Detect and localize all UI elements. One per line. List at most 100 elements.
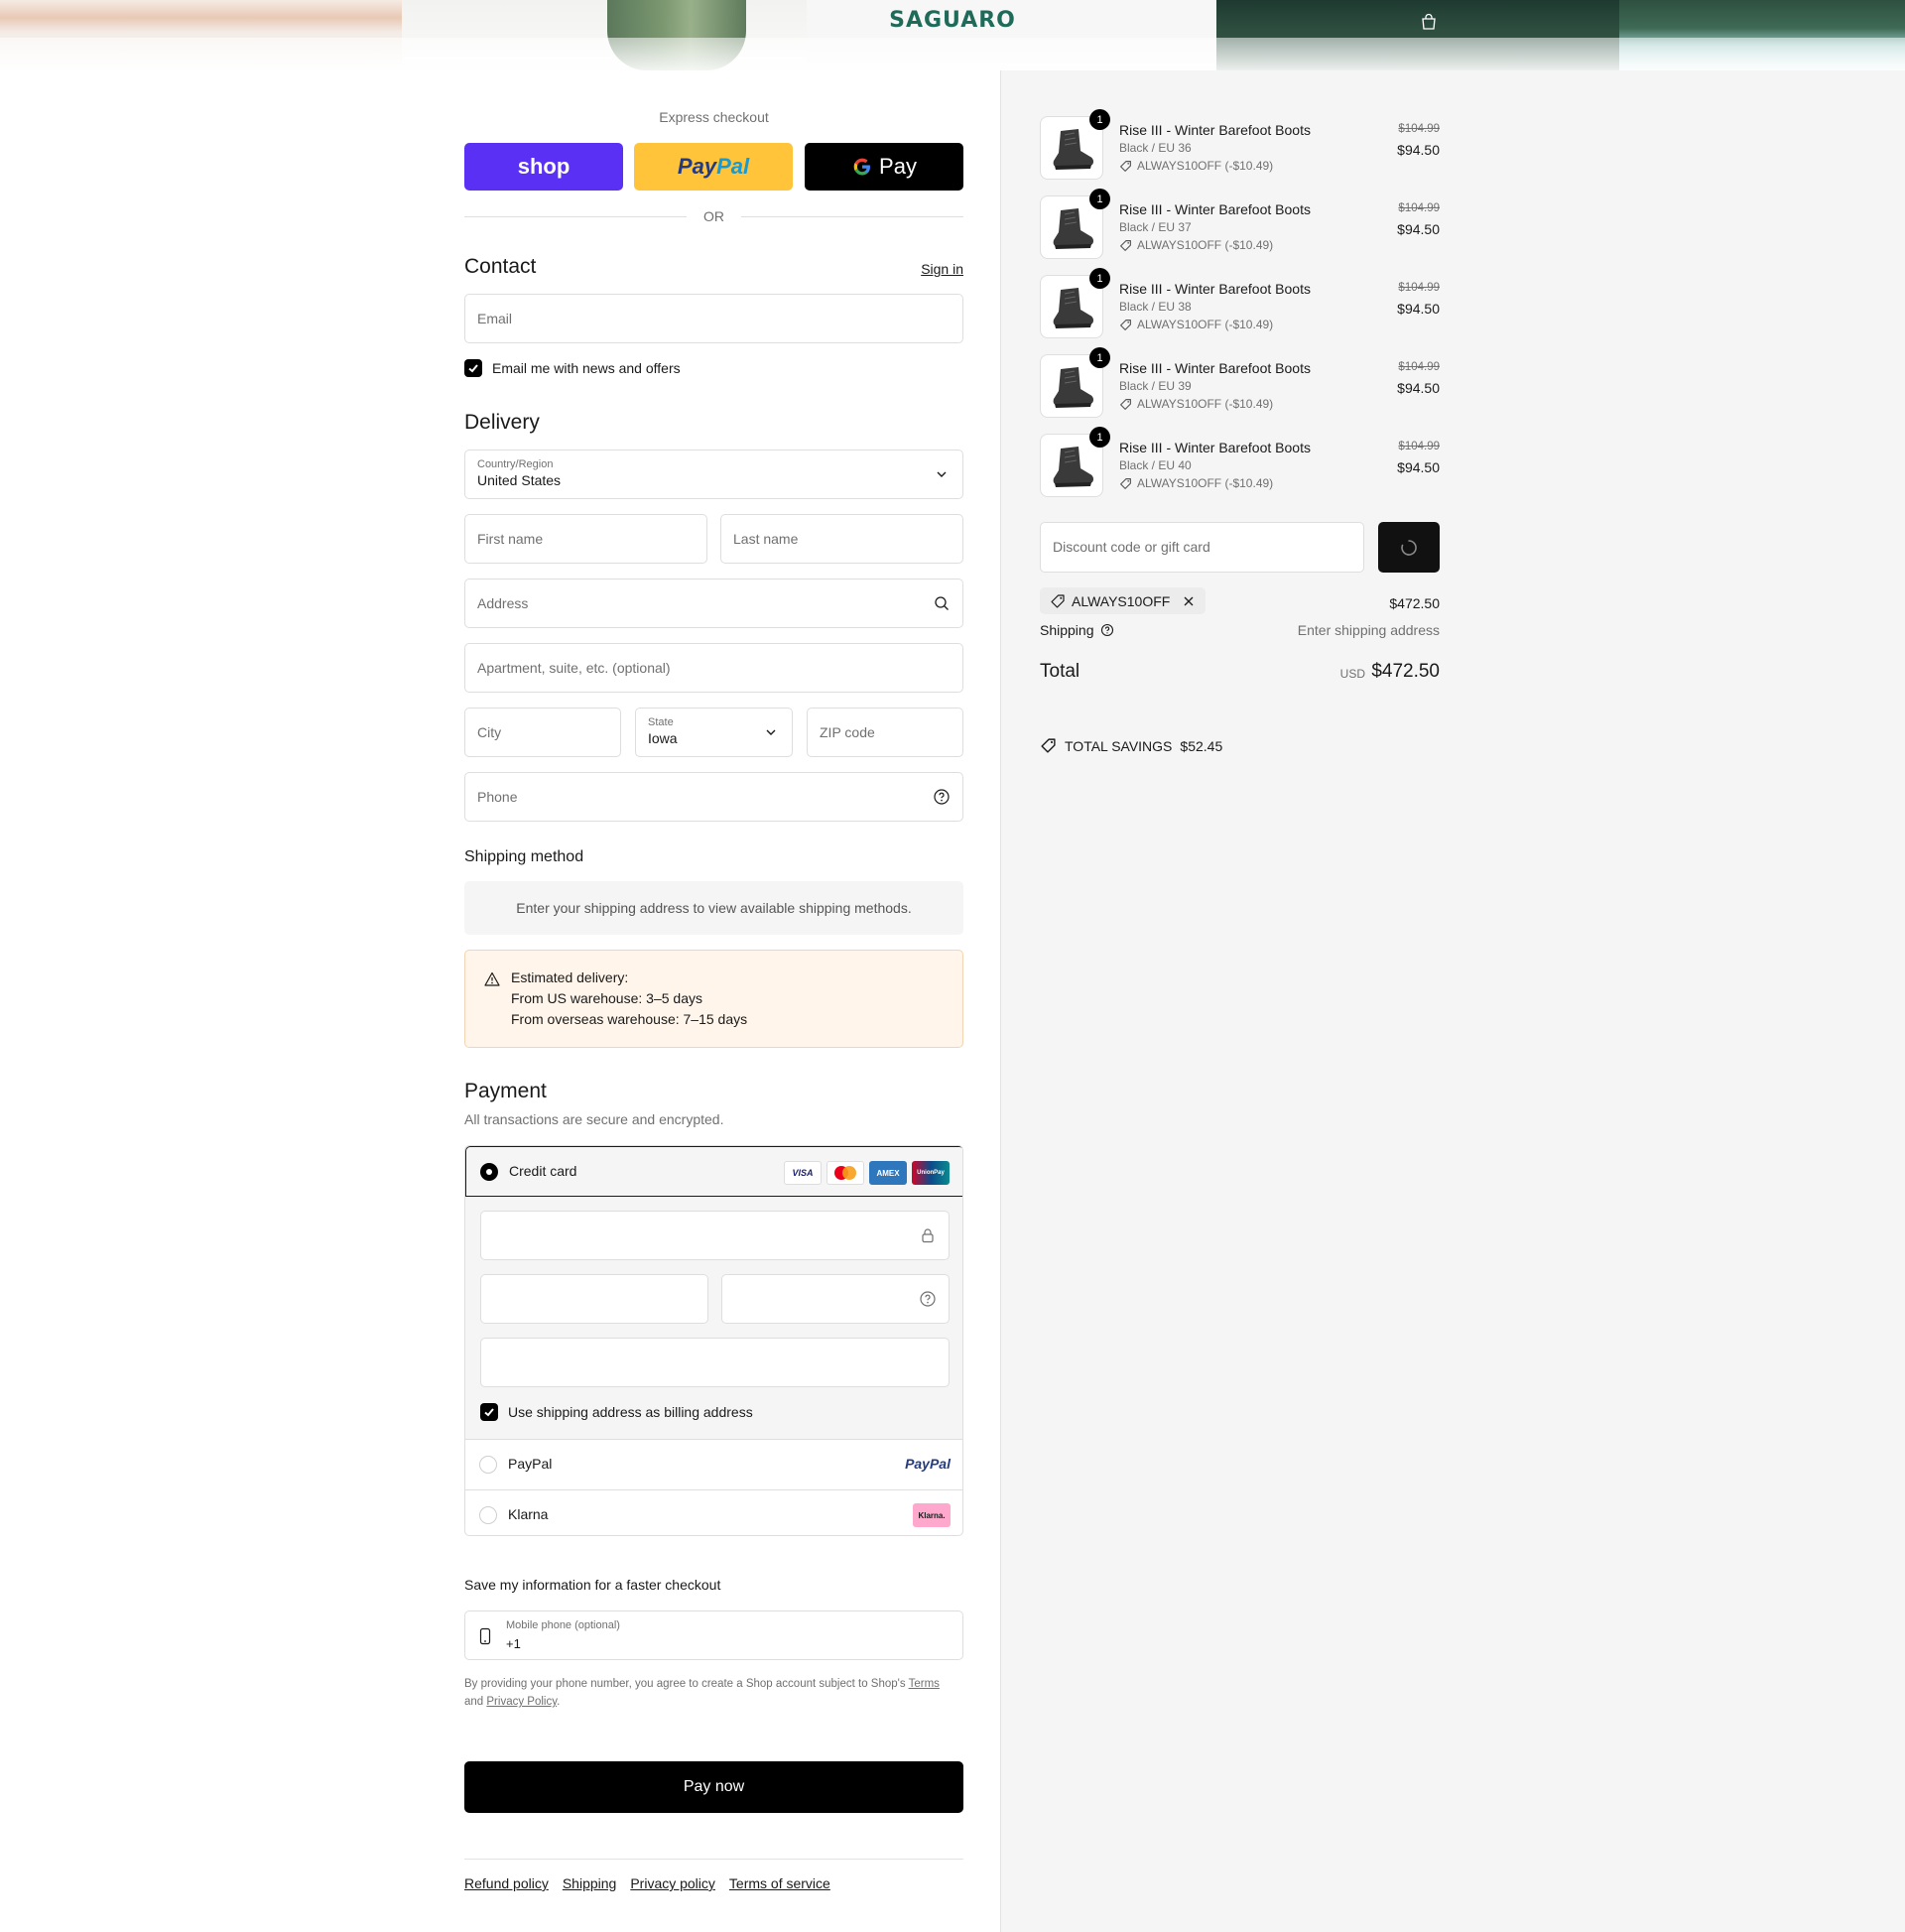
refund-policy-link[interactable]: Refund policy (464, 1875, 549, 1891)
save-phone-label: Mobile phone (optional) (506, 1619, 620, 1631)
total-label: Total (1040, 661, 1080, 682)
order-item: 1 Rise III - Winter Barefoot Boots Black /… (1040, 189, 1440, 265)
phone-field[interactable]: Phone (464, 772, 963, 822)
item-discount-text: ALWAYS10OFF (-$10.49) (1137, 159, 1274, 173)
shop-terms-link[interactable]: Terms (909, 1678, 940, 1690)
google-pay-label: Pay (879, 154, 917, 179)
disclaimer-text: By providing your phone number, you agre… (464, 1678, 906, 1690)
klarna-radio[interactable] (479, 1506, 497, 1524)
shop-privacy-link[interactable]: Privacy Policy (486, 1696, 557, 1708)
paypal-radio[interactable] (479, 1456, 497, 1474)
item-discount-text: ALWAYS10OFF (-$10.49) (1137, 476, 1274, 490)
expiration-date-field[interactable] (480, 1274, 708, 1324)
zip-field[interactable]: ZIP code (807, 708, 963, 757)
payment-subtitle: All transactions are secure and encrypte… (464, 1111, 724, 1127)
quantity-badge: 1 (1089, 347, 1110, 368)
tag-icon (1051, 593, 1065, 608)
order-item: 1 Rise III - Winter Barefoot Boots Black /… (1040, 347, 1440, 424)
first-name-placeholder: First name (477, 531, 544, 547)
estimated-line-3: From overseas warehouse: 7–15 days (511, 1011, 748, 1027)
quantity-badge: 1 (1089, 189, 1110, 209)
item-original-price: $104.99 (1398, 123, 1440, 135)
google-g-icon (853, 158, 871, 176)
estimated-line-2: From US warehouse: 3–5 days (511, 990, 702, 1006)
help-circle-icon[interactable] (933, 788, 951, 806)
first-name-field[interactable]: First name (464, 514, 707, 564)
name-on-card-field[interactable] (480, 1338, 950, 1387)
order-summary-panel (1000, 70, 1905, 1932)
credit-card-label: Credit card (509, 1163, 577, 1179)
klarna-option-label: Klarna (508, 1506, 549, 1522)
help-circle-icon[interactable] (1100, 623, 1114, 637)
check-icon (468, 364, 478, 373)
email-field[interactable]: Email (464, 294, 963, 343)
quantity-badge: 1 (1089, 427, 1110, 448)
country-select[interactable]: Country/Region United States (464, 450, 963, 499)
discount-placeholder: Discount code or gift card (1053, 539, 1210, 555)
item-variant: Black / EU 37 (1119, 220, 1192, 234)
loading-spinner-icon (1401, 539, 1417, 556)
visa-logo: VISA (784, 1161, 822, 1185)
tag-icon (1120, 160, 1131, 172)
shipping-method-info: Enter your shipping address to view avai… (464, 881, 963, 935)
shop-pay-label: shop (517, 154, 571, 179)
klarna-option[interactable]: Klarna Klarna. (465, 1489, 962, 1535)
chevron-down-icon (937, 471, 947, 477)
save-phone-value: +1 (506, 1636, 521, 1651)
tag-icon (1041, 738, 1056, 753)
payment-title: Payment (464, 1080, 547, 1102)
lock-icon (922, 1228, 934, 1243)
store-logo[interactable]: SAGUARO (879, 8, 1026, 33)
klarna-option-logo: Klarna. (913, 1503, 951, 1527)
pay-now-button[interactable]: Pay now (464, 1761, 963, 1813)
apartment-field[interactable]: Apartment, suite, etc. (optional) (464, 643, 963, 693)
card-number-field[interactable] (480, 1211, 950, 1260)
address-field[interactable]: Address (464, 579, 963, 628)
payment-methods: Credit card VISA AMEX UnionPay Use shipp… (464, 1145, 963, 1536)
item-discount: ALWAYS10OFF (-$10.49) (1119, 159, 1273, 173)
address-placeholder: Address (477, 595, 529, 611)
check-icon (484, 1408, 494, 1417)
credit-card-radio[interactable] (480, 1163, 498, 1181)
subtotal-value: $472.50 (1389, 595, 1440, 611)
item-price: $94.50 (1397, 221, 1440, 237)
tag-icon (1120, 477, 1131, 489)
shipping-policy-link[interactable]: Shipping (563, 1875, 617, 1891)
credit-card-option[interactable]: Credit card VISA AMEX UnionPay (465, 1146, 962, 1197)
quantity-badge: 1 (1089, 268, 1110, 289)
save-phone-field[interactable]: Mobile phone (optional) +1 (464, 1610, 963, 1660)
paypal-option[interactable]: PayPal PayPal (465, 1440, 962, 1489)
item-name: Rise III - Winter Barefoot Boots (1119, 201, 1311, 217)
total-savings-value: $52.45 (1180, 737, 1223, 754)
apartment-placeholder: Apartment, suite, etc. (optional) (477, 660, 671, 676)
last-name-field[interactable]: Last name (720, 514, 963, 564)
shopping-bag-icon[interactable] (1420, 13, 1438, 31)
google-pay-button[interactable]: Pay (805, 143, 963, 191)
item-variant: Black / EU 39 (1119, 379, 1192, 393)
paypal-button[interactable]: Pay Pal (634, 143, 793, 191)
sign-in-link[interactable]: Sign in (921, 261, 963, 277)
shop-pay-button[interactable]: shop (464, 143, 623, 191)
state-select[interactable]: State Iowa (635, 708, 793, 757)
mastercard-icon (834, 1166, 856, 1180)
city-field[interactable]: City (464, 708, 621, 757)
item-discount: ALWAYS10OFF (-$10.49) (1119, 238, 1273, 252)
discount-code-field[interactable]: Discount code or gift card (1040, 522, 1364, 573)
item-price: $94.50 (1397, 459, 1440, 475)
mobile-phone-icon (479, 1627, 491, 1645)
phone-placeholder: Phone (477, 789, 518, 805)
terms-of-service-link[interactable]: Terms of service (729, 1875, 830, 1891)
apply-discount-button[interactable] (1378, 522, 1440, 573)
order-item: 1 Rise III - Winter Barefoot Boots Black /… (1040, 268, 1440, 344)
applied-discount-chip: ALWAYS10OFF (1040, 587, 1206, 614)
security-code-field[interactable] (721, 1274, 950, 1324)
help-circle-icon[interactable] (919, 1290, 937, 1308)
item-name: Rise III - Winter Barefoot Boots (1119, 360, 1311, 376)
tag-icon (1120, 319, 1131, 330)
newsletter-checkbox[interactable] (464, 359, 482, 377)
contact-title: Contact (464, 255, 537, 278)
close-icon[interactable] (1182, 594, 1196, 608)
billing-same-checkbox[interactable] (480, 1403, 498, 1421)
privacy-policy-link[interactable]: Privacy policy (630, 1875, 715, 1891)
last-name-placeholder: Last name (733, 531, 799, 547)
